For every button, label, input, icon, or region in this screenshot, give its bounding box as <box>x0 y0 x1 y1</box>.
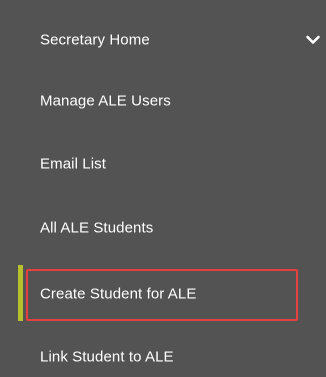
sidebar-item-link-student-to-ale[interactable]: Link Student to ALE <box>0 337 326 377</box>
sidebar-item-label: Email List <box>40 155 107 173</box>
chevron-down-icon[interactable] <box>305 32 321 48</box>
sidebar-item-label: All ALE Students <box>40 219 154 237</box>
sidebar-item-label: Link Student to ALE <box>40 348 174 366</box>
sidebar-nav: Secretary Home Manage ALE Users Email Li… <box>0 0 326 377</box>
sidebar-item-manage-ale-users[interactable]: Manage ALE Users <box>0 81 326 121</box>
sidebar-item-email-list[interactable]: Email List <box>0 144 326 184</box>
sidebar-item-label: Manage ALE Users <box>40 92 171 110</box>
sidebar-item-create-student-for-ale[interactable]: Create Student for ALE <box>0 274 326 314</box>
sidebar-item-label: Secretary Home <box>40 31 150 49</box>
sidebar-item-all-ale-students[interactable]: All ALE Students <box>0 208 326 248</box>
sidebar-item-label: Create Student for ALE <box>40 285 197 303</box>
sidebar-item-secretary-home[interactable]: Secretary Home <box>0 20 326 60</box>
